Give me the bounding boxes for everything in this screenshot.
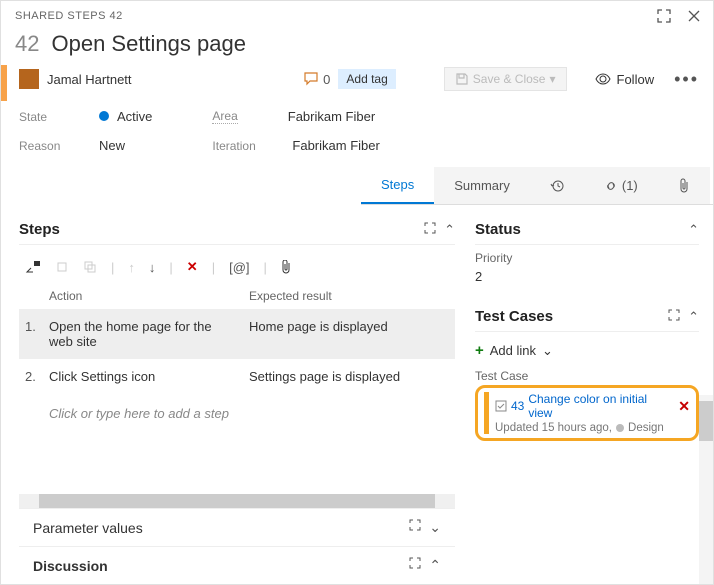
assignee-name[interactable]: Jamal Hartnett: [47, 72, 132, 87]
avatar: [19, 69, 39, 89]
chevron-up-icon[interactable]: ⌃: [429, 557, 441, 574]
test-case-card[interactable]: 43 Change color on initial view ✕ Update…: [475, 385, 699, 441]
tab-summary[interactable]: Summary: [434, 167, 530, 204]
tab-links[interactable]: (1): [584, 167, 658, 204]
fullscreen-icon[interactable]: [424, 222, 436, 238]
fullscreen-icon[interactable]: [655, 7, 673, 25]
state-value[interactable]: Active: [99, 109, 152, 124]
area-value[interactable]: Fabrikam Fiber: [288, 109, 375, 124]
chevron-up-icon[interactable]: ⌃: [688, 309, 699, 325]
state-dot-icon: [616, 424, 624, 432]
iteration-label: Iteration: [212, 139, 272, 153]
reason-label: Reason: [19, 139, 79, 153]
fullscreen-icon[interactable]: [409, 519, 421, 536]
save-close-button: Save & Close ▾: [444, 67, 567, 91]
insert-step-icon[interactable]: [25, 260, 41, 274]
insert-shared-icon: [55, 260, 69, 274]
vertical-scrollbar[interactable]: [699, 395, 713, 584]
tab-attachments[interactable]: [658, 167, 710, 204]
move-down-icon[interactable]: ↓: [149, 260, 156, 275]
breadcrumb: SHARED STEPS 42: [15, 10, 123, 22]
area-label: Area: [212, 109, 237, 124]
chevron-up-icon[interactable]: ⌃: [444, 222, 455, 238]
parameter-values-section[interactable]: Parameter values: [33, 520, 143, 536]
priority-value[interactable]: 2: [475, 269, 699, 284]
remove-link-icon[interactable]: ✕: [678, 398, 690, 415]
tab-steps[interactable]: Steps: [361, 167, 434, 204]
horizontal-scrollbar[interactable]: [19, 494, 455, 508]
comment-count-value: 0: [323, 72, 330, 87]
attachment-icon[interactable]: [281, 260, 291, 274]
chevron-down-icon: ⌄: [542, 343, 553, 359]
more-actions-button[interactable]: •••: [674, 69, 699, 90]
add-step-placeholder[interactable]: Click or type here to add a step: [19, 394, 455, 433]
work-item-id: 42: [15, 31, 39, 57]
work-item-title[interactable]: Open Settings page: [51, 31, 699, 57]
test-cases-section-title: Test Cases: [475, 308, 553, 325]
discussion-section[interactable]: Discussion: [33, 558, 108, 574]
tab-history[interactable]: [530, 167, 584, 204]
comment-count[interactable]: 0: [303, 72, 330, 87]
add-link-button[interactable]: + Add link ⌄: [475, 338, 699, 363]
test-case-icon: [495, 400, 507, 412]
steps-toolbar: | ↑ ↓ | ✕ | [@] |: [19, 251, 455, 283]
chevron-up-icon[interactable]: ⌃: [688, 222, 699, 238]
plus-icon: +: [475, 342, 484, 359]
parameter-icon[interactable]: [@]: [229, 260, 249, 275]
col-action: Action: [49, 289, 249, 303]
col-result: Expected result: [249, 289, 332, 303]
test-case-title[interactable]: Change color on initial view: [528, 392, 674, 420]
state-label: State: [19, 110, 79, 124]
close-icon[interactable]: [685, 7, 703, 25]
test-case-id[interactable]: 43: [511, 399, 524, 413]
reason-value[interactable]: New: [99, 138, 125, 153]
status-section-title: Status: [475, 221, 521, 238]
chevron-down-icon[interactable]: ⌄: [429, 519, 441, 536]
step-row[interactable]: 1. Open the home page for the web site H…: [19, 309, 455, 359]
move-up-icon: ↑: [128, 260, 135, 275]
chevron-down-icon: ▾: [549, 72, 555, 86]
delete-step-icon[interactable]: ✕: [187, 259, 198, 275]
steps-section-title: Steps: [19, 221, 60, 238]
test-case-state: Design: [628, 422, 664, 434]
fullscreen-icon[interactable]: [409, 557, 421, 574]
test-case-label: Test Case: [475, 369, 699, 383]
iteration-value[interactable]: Fabrikam Fiber: [292, 138, 379, 153]
priority-label: Priority: [475, 251, 699, 265]
follow-button[interactable]: Follow: [595, 72, 655, 87]
fullscreen-icon[interactable]: [668, 309, 680, 325]
step-row[interactable]: 2. Click Settings icon Settings page is …: [19, 359, 455, 394]
test-case-updated: Updated 15 hours ago,: [495, 422, 612, 434]
add-tag-button[interactable]: Add tag: [338, 69, 395, 89]
insert-shared-2-icon: [83, 260, 97, 274]
